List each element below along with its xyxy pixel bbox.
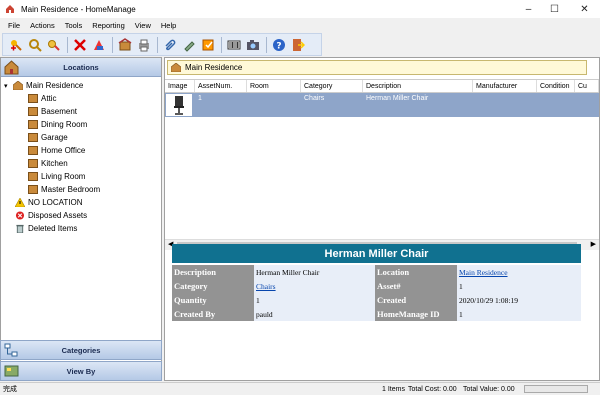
- asset-detail: Herman Miller Chair Description Herman M…: [172, 244, 581, 321]
- print-icon[interactable]: [135, 36, 152, 53]
- tree-node-kitchen[interactable]: Kitchen: [1, 157, 161, 170]
- svg-text:?: ?: [276, 41, 281, 51]
- location-link[interactable]: Main Residence: [459, 268, 508, 277]
- room-icon: [28, 172, 38, 181]
- window-title: Main Residence - HomeManage: [21, 4, 136, 14]
- move-icon[interactable]: [90, 36, 107, 53]
- app-icon: [6, 5, 14, 13]
- room-icon: [28, 146, 38, 155]
- scroll-right-icon[interactable]: ▶: [591, 240, 596, 248]
- status-item-count: 1 Items: [382, 385, 405, 393]
- progress-bar: [524, 385, 588, 393]
- status-text: 完成: [3, 386, 17, 393]
- detail-row: Created By pauld HomeManage ID 1: [172, 307, 581, 321]
- barcode-icon[interactable]: [225, 36, 242, 53]
- status-bar: 完成 1 Items Total Cost: 0.00 Total Value:…: [0, 382, 600, 395]
- column-header-category[interactable]: Category: [301, 80, 363, 92]
- column-header-room[interactable]: Room: [247, 80, 301, 92]
- room-icon: [28, 185, 38, 194]
- menu-view[interactable]: View: [135, 21, 151, 30]
- asset-grid: Image AssetNum. Room Category Descriptio…: [165, 79, 599, 250]
- toolbar-separator: [266, 36, 267, 53]
- detail-table: Description Herman Miller Chair Location…: [172, 265, 581, 321]
- chair-thumbnail-icon: [166, 94, 192, 116]
- add-item-icon[interactable]: [7, 36, 24, 53]
- column-header-condition[interactable]: Condition: [537, 80, 575, 92]
- house-icon: [171, 63, 181, 72]
- grid-header: Image AssetNum. Room Category Descriptio…: [165, 80, 599, 93]
- search-icon[interactable]: [26, 36, 43, 53]
- column-header-description[interactable]: Description: [363, 80, 473, 92]
- menu-actions[interactable]: Actions: [30, 21, 55, 30]
- toolbar-separator: [221, 36, 222, 53]
- title-bar: Main Residence - HomeManage – ☐ ✕: [0, 0, 600, 18]
- menu-bar: File Actions Tools Reporting View Help: [0, 19, 600, 32]
- status-total-cost: Total Cost: 0.00: [408, 385, 457, 393]
- detail-title: Herman Miller Chair: [172, 244, 581, 263]
- collapse-icon[interactable]: ▾: [4, 82, 11, 90]
- detail-row: Quantity 1 Created 2020/10/29 1:08:19: [172, 293, 581, 307]
- room-icon: [28, 120, 38, 129]
- categories-icon: [4, 343, 18, 357]
- column-header-image[interactable]: Image: [165, 80, 195, 92]
- edit-icon[interactable]: [180, 36, 197, 53]
- room-icon: [28, 107, 38, 116]
- tree-node-basement[interactable]: Basement: [1, 105, 161, 118]
- category-link[interactable]: Chairs: [256, 282, 276, 291]
- tree-node-dining-room[interactable]: Dining Room: [1, 118, 161, 131]
- house-icon: [13, 81, 23, 90]
- location-bar: Main Residence: [167, 60, 587, 75]
- tree-node-main-residence[interactable]: ▾ Main Residence: [1, 79, 161, 92]
- view-by-button[interactable]: View By: [0, 361, 162, 381]
- view-by-icon: [4, 365, 19, 377]
- menu-help[interactable]: Help: [161, 21, 176, 30]
- column-header-manufacturer[interactable]: Manufacturer: [473, 80, 537, 92]
- categories-button[interactable]: Categories: [0, 340, 162, 360]
- help-icon[interactable]: ?: [270, 36, 287, 53]
- close-button[interactable]: ✕: [568, 0, 600, 18]
- location-bar-text: Main Residence: [185, 63, 243, 72]
- items-pane: Main Residence Image AssetNum. Room Cate…: [164, 57, 600, 381]
- tree-node-no-location[interactable]: NO LOCATION: [1, 196, 161, 209]
- room-icon: [28, 94, 38, 103]
- disposed-icon: [15, 211, 25, 220]
- trash-icon: [16, 224, 24, 233]
- maximize-button[interactable]: ☐: [538, 0, 571, 18]
- toolbar-separator: [112, 36, 113, 53]
- toolbar-separator: [157, 36, 158, 53]
- tree-node-home-office[interactable]: Home Office: [1, 144, 161, 157]
- detail-row: Category Chairs Asset# 1: [172, 279, 581, 293]
- tree-node-garage[interactable]: Garage: [1, 131, 161, 144]
- location-tree: ▾ Main Residence Attic Basement Dining R…: [1, 79, 161, 235]
- status-total-value: Total Value: 0.00: [463, 385, 515, 393]
- toolbar-separator: [67, 36, 68, 53]
- column-header-assetnum[interactable]: AssetNum.: [195, 80, 247, 92]
- asset-thumbnail: [165, 93, 195, 117]
- table-row[interactable]: 1 Chairs Herman Miller Chair: [165, 93, 599, 117]
- locations-pane: Locations ▾ Main Residence Attic Basemen…: [0, 57, 162, 381]
- attach-icon[interactable]: [161, 36, 178, 53]
- column-header-cu[interactable]: Cu: [575, 80, 599, 92]
- room-icon: [28, 159, 38, 168]
- tree-node-master-bedroom[interactable]: Master Bedroom: [1, 183, 161, 196]
- tree-node-attic[interactable]: Attic: [1, 92, 161, 105]
- menu-tools[interactable]: Tools: [65, 21, 83, 30]
- menu-file[interactable]: File: [8, 21, 20, 30]
- warning-icon: [15, 198, 25, 207]
- locations-icon: [4, 60, 19, 75]
- delete-icon[interactable]: [71, 36, 88, 53]
- tree-node-living-room[interactable]: Living Room: [1, 170, 161, 183]
- note-icon[interactable]: [199, 36, 216, 53]
- room-icon: [28, 133, 38, 142]
- find-icon[interactable]: [45, 36, 62, 53]
- tree-node-deleted-items[interactable]: Deleted Items: [1, 222, 161, 235]
- detail-row: Description Herman Miller Chair Location…: [172, 265, 581, 279]
- rooms-icon[interactable]: [116, 36, 133, 53]
- exit-icon[interactable]: [289, 36, 306, 53]
- menu-reporting[interactable]: Reporting: [92, 21, 125, 30]
- toolbar: ?: [2, 33, 322, 56]
- locations-header[interactable]: Locations: [1, 58, 161, 77]
- tree-node-disposed-assets[interactable]: Disposed Assets: [1, 209, 161, 222]
- camera-icon[interactable]: [244, 36, 261, 53]
